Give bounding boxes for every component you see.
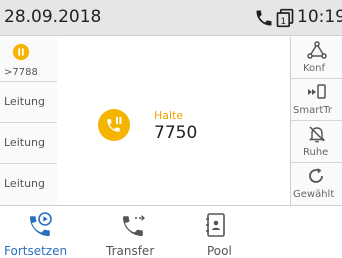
redial-icon xyxy=(309,168,323,183)
call-panel: Halte 7750 xyxy=(58,37,290,205)
redial-button[interactable]: Gewählt xyxy=(291,163,342,205)
transfer-icon xyxy=(123,215,145,236)
line-key-label: Leitung xyxy=(4,177,45,190)
call-number: 7750 xyxy=(154,123,198,143)
do-not-disturb-button[interactable]: Ruhe xyxy=(291,121,342,163)
conference-icon xyxy=(307,41,327,59)
status-bar: 28.09.2018 1 10:19 xyxy=(0,0,342,36)
line-key-label: Leitung xyxy=(4,136,45,149)
line-key-held-call[interactable]: >7788 xyxy=(0,37,57,82)
conference-button[interactable]: Konf xyxy=(291,37,342,79)
function-key-label: Konf xyxy=(303,63,326,74)
line-key-2[interactable]: Leitung xyxy=(0,82,57,123)
line-key-3[interactable]: Leitung xyxy=(0,123,57,164)
smart-transfer-icon xyxy=(308,84,326,99)
contact-pool-icon xyxy=(206,213,225,237)
softkey-label: Fortsetzen xyxy=(4,244,68,258)
softkey-label: Transfer xyxy=(106,244,155,258)
softkey-label: Pool xyxy=(207,244,232,258)
time-display: 10:19 xyxy=(297,7,342,27)
do-not-disturb-icon xyxy=(308,126,326,143)
phone-hold-icon xyxy=(98,109,130,141)
call-status: Halte xyxy=(154,109,184,122)
function-key-label: SmartTr xyxy=(293,105,332,116)
line-key-4[interactable]: Leitung xyxy=(0,164,57,205)
phone-icon xyxy=(256,10,272,26)
line-key-label: >7788 xyxy=(4,67,38,78)
line-key-column: >7788 Leitung Leitung Leitung xyxy=(0,37,57,205)
function-key-label: Ruhe xyxy=(303,147,329,158)
softkey-bar: Fortsetzen Transfer Pool xyxy=(0,205,342,258)
hold-icon xyxy=(12,43,30,61)
function-key-label: Gewählt xyxy=(293,189,335,200)
line-indicator-icon: 1 xyxy=(276,8,294,28)
date-display: 28.09.2018 xyxy=(4,7,102,27)
transfer-button[interactable]: Transfer xyxy=(100,206,170,258)
smart-transfer-button[interactable]: SmartTr xyxy=(291,79,342,121)
resume-call-icon xyxy=(30,212,52,236)
resume-button[interactable]: Fortsetzen xyxy=(0,206,80,258)
line-key-label: Leitung xyxy=(4,95,45,108)
line-number: 1 xyxy=(280,16,286,27)
function-key-column: Konf SmartTr Ruhe Gewählt xyxy=(290,37,342,205)
pool-button[interactable]: Pool xyxy=(196,206,236,258)
